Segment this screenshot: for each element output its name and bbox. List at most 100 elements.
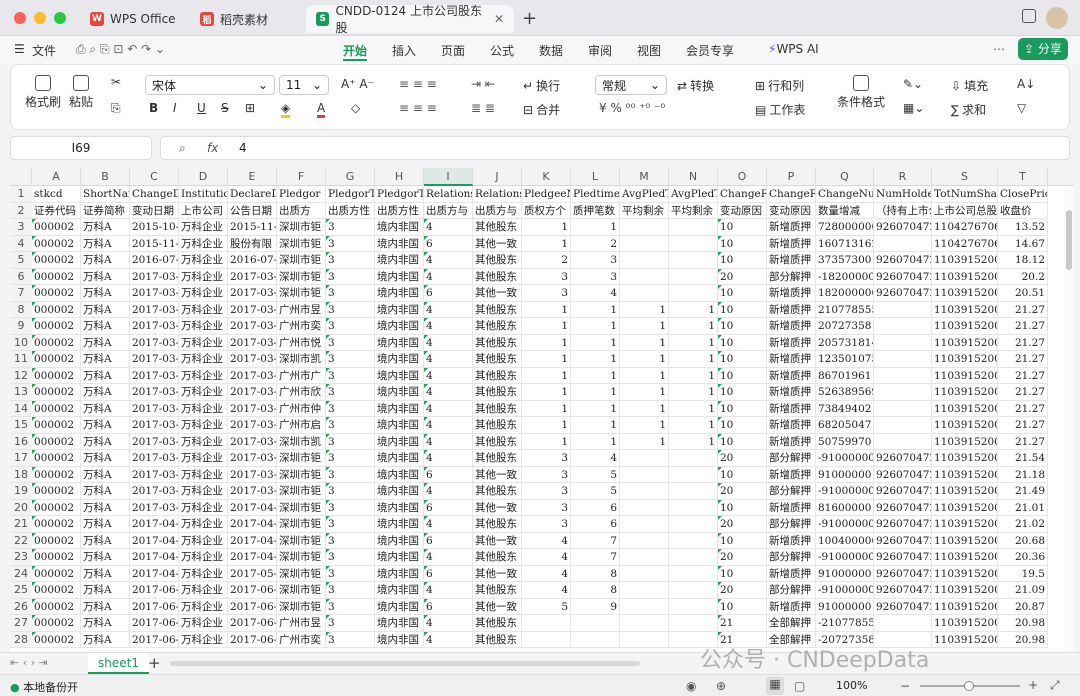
cell[interactable] <box>620 499 669 516</box>
cell[interactable]: 境内非国 <box>375 598 424 615</box>
cell[interactable]: 其他股东 <box>473 301 522 318</box>
cell[interactable]: 万科A <box>81 400 130 417</box>
cell[interactable]: 广州市悦 <box>277 334 326 351</box>
cell[interactable]: 3 <box>326 351 375 368</box>
cell[interactable]: 8 <box>571 582 620 599</box>
cell[interactable]: 4 <box>424 367 473 384</box>
cell[interactable]: 3 <box>326 318 375 335</box>
cell[interactable]: 926070472 <box>874 549 932 566</box>
formula-input[interactable]: ⌕ fx 4 <box>160 136 1070 160</box>
quick-access-icons[interactable]: ⎙ ⌕ ⎘ ⊡ ↶ ↷ ⌄ <box>76 42 165 57</box>
cell[interactable]: 深圳市钜 <box>277 483 326 500</box>
cell[interactable]: 深圳市凯 <box>277 433 326 450</box>
cell[interactable]: 000002 <box>32 318 81 335</box>
cell[interactable]: 1 <box>571 351 620 368</box>
cell[interactable]: 91000000 <box>816 466 874 483</box>
cell[interactable]: 万科企业 <box>179 631 228 648</box>
cell[interactable]: 2017-03-13 <box>228 318 277 335</box>
underline-button[interactable]: U <box>197 101 206 115</box>
cell[interactable]: 万科企业 <box>179 367 228 384</box>
cell[interactable]: 10 <box>718 318 767 335</box>
cell[interactable]: 3 <box>326 235 375 252</box>
cell[interactable]: 11039152001 <box>932 499 998 516</box>
cell[interactable]: 万科A <box>81 285 130 302</box>
cell[interactable]: Relations <box>424 186 473 203</box>
cell[interactable]: 万科企业 <box>179 516 228 533</box>
cell[interactable]: 14.67 <box>998 235 1048 252</box>
cell[interactable]: 境内非国 <box>375 532 424 549</box>
cell[interactable]: 4 <box>571 285 620 302</box>
cell[interactable]: 境内非国 <box>375 631 424 648</box>
cell[interactable]: 部分解押 <box>767 450 816 467</box>
cell[interactable]: 广州市仲 <box>277 400 326 417</box>
cell[interactable]: 深圳市钜 <box>277 565 326 582</box>
cell[interactable]: 1 <box>669 417 718 434</box>
cell[interactable]: 新增质押 <box>767 532 816 549</box>
cell[interactable]: 新增质押 <box>767 367 816 384</box>
cell[interactable]: 4 <box>424 516 473 533</box>
more-icon[interactable]: ⋯ <box>993 42 1005 56</box>
cell[interactable]: 深圳市钜 <box>277 516 326 533</box>
window-mode-icon[interactable] <box>1022 9 1036 23</box>
cell[interactable] <box>620 450 669 467</box>
cell[interactable]: 新增质押 <box>767 334 816 351</box>
cell[interactable]: 20.98 <box>998 615 1048 632</box>
cell[interactable]: 20.98 <box>998 631 1048 648</box>
cell[interactable]: 6 <box>571 516 620 533</box>
cell[interactable] <box>669 582 718 599</box>
cell[interactable]: 1 <box>571 318 620 335</box>
worksheet-button[interactable]: ▤ 工作表 <box>755 101 805 118</box>
row-header[interactable]: 3 <box>10 219 32 236</box>
cell[interactable]: Pledgor <box>277 186 326 203</box>
cell[interactable]: -91000000 <box>816 516 874 533</box>
cell[interactable]: 1 <box>522 318 571 335</box>
row-col-button[interactable]: ⊞ 行和列 <box>755 77 804 94</box>
cell[interactable]: 000002 <box>32 615 81 632</box>
cell[interactable]: 10 <box>718 367 767 384</box>
cell[interactable] <box>874 318 932 335</box>
cell[interactable]: 变动原因 <box>767 202 816 219</box>
cell[interactable]: 1 <box>522 219 571 236</box>
cell[interactable]: 11039152001 <box>932 351 998 368</box>
convert-button[interactable]: ⇄ 转换 <box>677 77 714 94</box>
bold-button[interactable]: B <box>149 101 158 115</box>
cell[interactable]: -182000000 <box>816 268 874 285</box>
cell[interactable] <box>874 301 932 318</box>
cell[interactable]: 境内非国 <box>375 268 424 285</box>
sheet-nav-icons[interactable]: ⇤ ‹ › ⇥ <box>10 656 48 669</box>
cell[interactable]: 2017-04-21 <box>130 532 179 549</box>
cell[interactable]: 11039152001 <box>932 301 998 318</box>
cell[interactable]: 境内非国 <box>375 417 424 434</box>
cell[interactable]: 2017-03-10 <box>130 301 179 318</box>
cell[interactable]: 6 <box>571 499 620 516</box>
cell[interactable]: 出质方与 <box>424 202 473 219</box>
cell[interactable]: 其他股东 <box>473 367 522 384</box>
cell[interactable]: 3 <box>326 450 375 467</box>
column-header-I[interactable]: I <box>424 168 473 186</box>
tab-home[interactable]: 开始 <box>343 42 368 61</box>
cell[interactable]: 100400000 <box>816 532 874 549</box>
cell[interactable]: 万科企业 <box>179 615 228 632</box>
cell[interactable]: TotNumShare <box>932 186 998 203</box>
cell[interactable]: 4 <box>424 450 473 467</box>
cell[interactable]: Relations <box>473 186 522 203</box>
cell[interactable]: ChangeRe <box>718 186 767 203</box>
cell[interactable]: 2 <box>522 252 571 269</box>
cell[interactable]: 数量增减 <box>816 202 874 219</box>
cell[interactable]: 10 <box>718 351 767 368</box>
cell[interactable]: 万科企业 <box>179 301 228 318</box>
cell[interactable]: 其他一致 <box>473 532 522 549</box>
border-icon[interactable]: ⊞ <box>245 101 255 115</box>
cell[interactable]: 广州市奕 <box>277 631 326 648</box>
close-tab-icon[interactable]: ✕ <box>494 12 504 26</box>
cell[interactable]: 万科企业 <box>179 417 228 434</box>
cell[interactable]: 2015-11-18 <box>130 235 179 252</box>
cell[interactable]: 20.36 <box>998 549 1048 566</box>
row-header[interactable]: 25 <box>10 582 32 599</box>
cell[interactable]: 境内非国 <box>375 549 424 566</box>
indent-icons[interactable]: ⇥ ⇤ <box>471 77 495 91</box>
tab-review[interactable]: 审阅 <box>588 42 612 59</box>
column-header-F[interactable]: F <box>277 168 326 186</box>
cell[interactable]: 新增质押 <box>767 433 816 450</box>
cell[interactable]: 深圳市钜 <box>277 268 326 285</box>
